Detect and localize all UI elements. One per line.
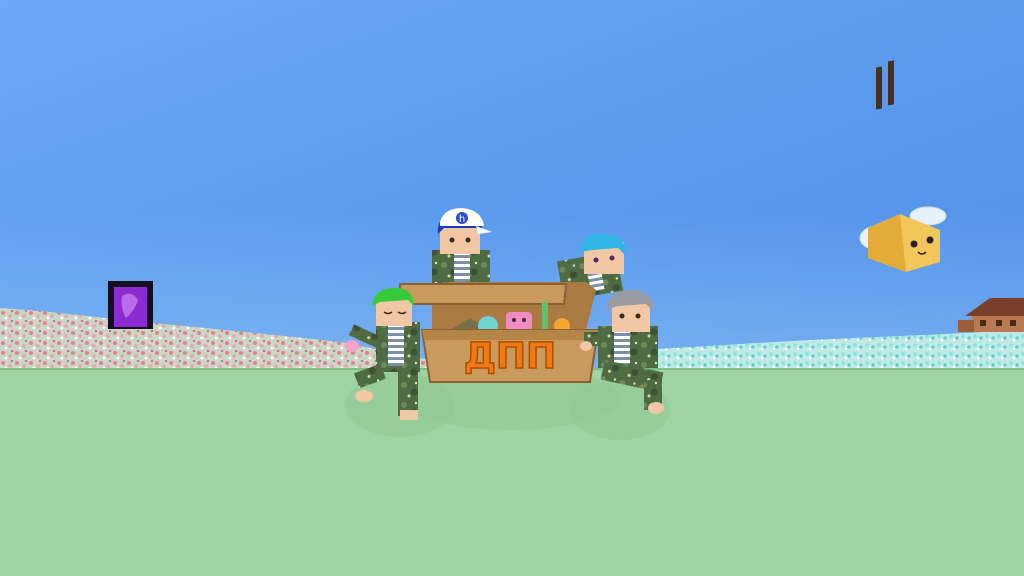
scene-art: h ДПП [0,60,1024,440]
nether-portal-icon [108,281,153,329]
treasure-chest-icon: ДПП [396,282,600,383]
chest-label: ДПП [464,336,556,377]
cyan-flower-field [640,330,1024,370]
blue-haired-cap-character: h [432,208,492,290]
svg-text:h: h [459,214,465,225]
house-icon [958,298,1024,332]
bee-icon [859,60,947,272]
scene: h ДПП [0,0,1024,576]
